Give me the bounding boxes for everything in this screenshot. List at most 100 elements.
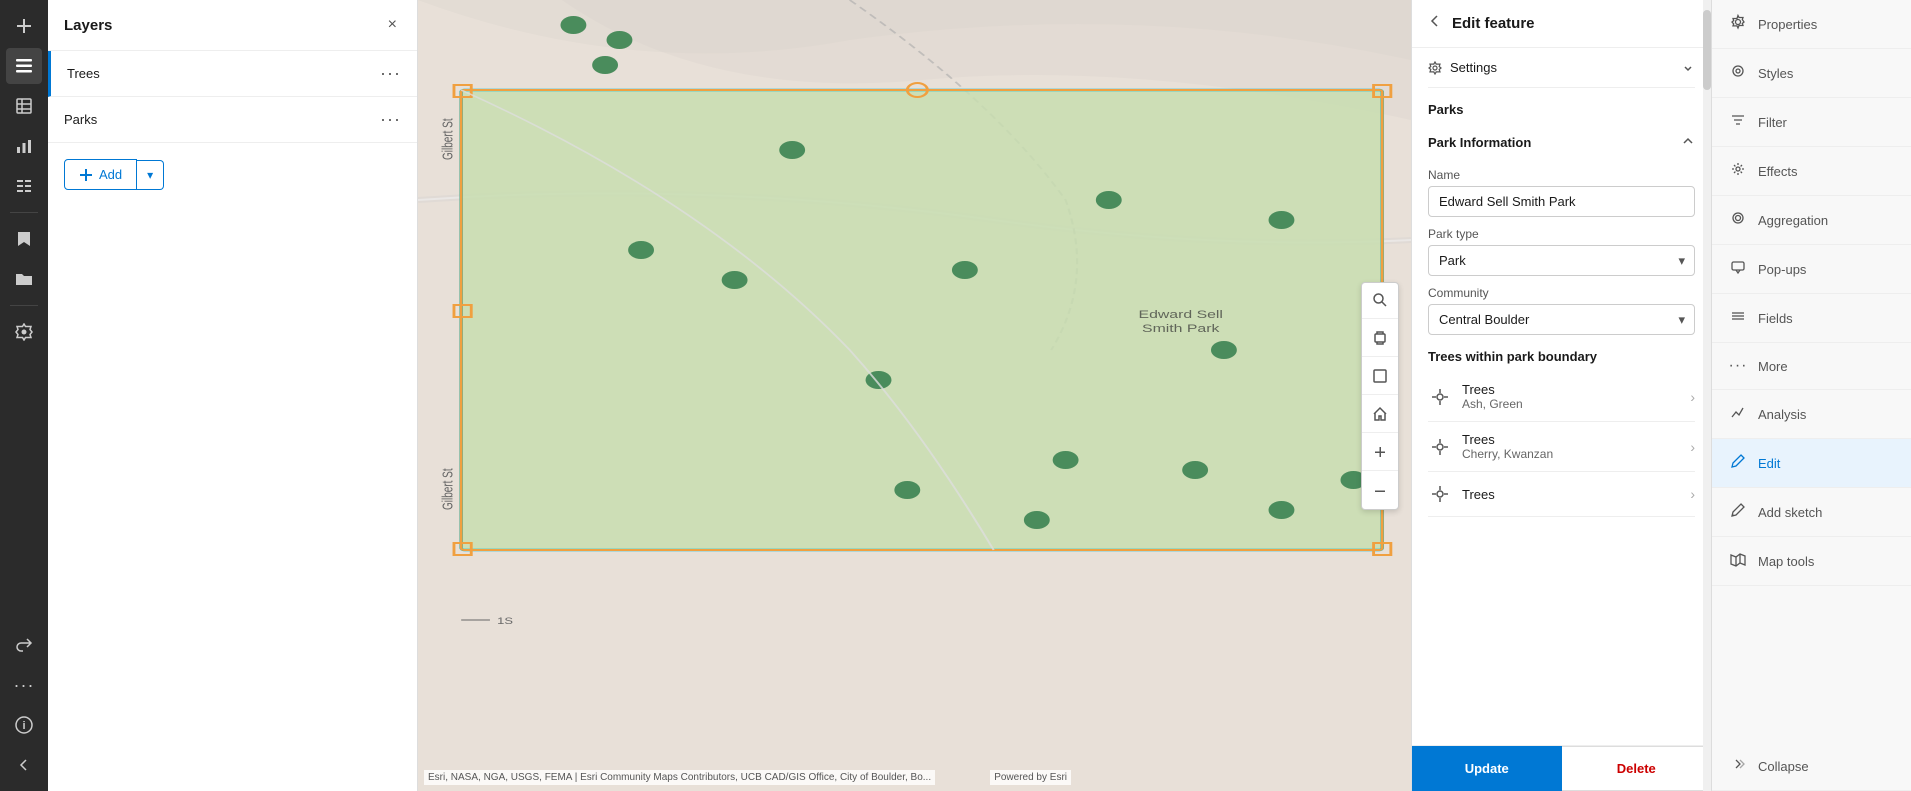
park-info-title: Park Information xyxy=(1428,123,1531,158)
parks-section-label: Parks xyxy=(1428,88,1695,123)
tree-2-name: Trees xyxy=(1462,432,1680,447)
sidebar-item-aggregation[interactable]: Aggregation xyxy=(1712,196,1911,245)
update-button[interactable]: Update xyxy=(1412,746,1562,791)
collapse-icon xyxy=(1728,756,1748,776)
layer-trees-name: Trees xyxy=(67,66,100,81)
sidebar-item-popups[interactable]: Pop-ups xyxy=(1712,245,1911,294)
sidebar-item-effects[interactable]: Effects xyxy=(1712,147,1911,196)
toolbar-settings[interactable] xyxy=(6,314,42,350)
toolbar-bookmarks[interactable] xyxy=(6,221,42,257)
name-field-label: Name xyxy=(1428,168,1695,182)
delete-button[interactable]: Delete xyxy=(1562,746,1712,791)
tree-2-arrow-icon: › xyxy=(1690,439,1695,455)
layers-title: Layers xyxy=(64,17,112,34)
toolbar-share[interactable] xyxy=(6,627,42,663)
tree-1-name: Trees xyxy=(1462,382,1680,397)
sidebar-styles-label: Styles xyxy=(1758,66,1793,81)
sidebar-item-edit[interactable]: Edit xyxy=(1712,439,1911,488)
tree-1-sub: Ash, Green xyxy=(1462,397,1680,411)
toolbar-separator-1 xyxy=(10,212,38,213)
trees-section-title: Trees within park boundary xyxy=(1428,335,1695,372)
toolbar-collapse[interactable] xyxy=(6,747,42,783)
toolbar-layers[interactable] xyxy=(6,48,42,84)
sidebar-item-analysis[interactable]: Analysis xyxy=(1712,390,1911,439)
aggregation-icon xyxy=(1728,210,1748,230)
park-type-select[interactable]: Park Trail Open Space Recreation Center xyxy=(1428,245,1695,276)
effects-icon xyxy=(1728,161,1748,181)
edit-back-button[interactable] xyxy=(1428,14,1442,33)
layer-item-trees[interactable]: Trees ··· xyxy=(48,51,417,97)
layers-close-button[interactable]: × xyxy=(384,14,401,36)
map-tools-icon xyxy=(1728,551,1748,571)
scrollbar-thumb[interactable] xyxy=(1703,10,1711,90)
edit-panel-header: Edit feature xyxy=(1412,0,1711,48)
toolbar-folders[interactable] xyxy=(6,261,42,297)
toolbar-add[interactable] xyxy=(6,8,42,44)
park-info-collapse-icon[interactable] xyxy=(1681,134,1695,148)
toolbar-legend[interactable] xyxy=(6,168,42,204)
map-zoom-in-btn[interactable] xyxy=(1362,435,1398,471)
tree-1-arrow-icon: › xyxy=(1690,389,1695,405)
layers-header: Layers × xyxy=(48,0,417,51)
map-search-btn[interactable] xyxy=(1362,283,1398,319)
filter-icon xyxy=(1728,112,1748,132)
sidebar-item-more[interactable]: ··· More xyxy=(1712,343,1911,390)
settings-row[interactable]: Settings xyxy=(1428,48,1695,88)
toolbar-info[interactable]: i xyxy=(6,707,42,743)
sidebar-edit-label: Edit xyxy=(1758,456,1780,471)
styles-icon xyxy=(1728,63,1748,83)
sidebar-item-styles[interactable]: Styles xyxy=(1712,49,1911,98)
layer-parks-more[interactable]: ··· xyxy=(380,109,401,130)
right-sidebar: Properties Styles Filter Effects Aggrega… xyxy=(1711,0,1911,791)
layers-add-bar: Add ▾ xyxy=(48,143,417,206)
edit-panel-footer: Update Delete xyxy=(1412,745,1711,791)
map-attribution: Esri, NASA, NGA, USGS, FEMA | Esri Commu… xyxy=(424,770,935,785)
edit-panel-title: Edit feature xyxy=(1452,15,1535,32)
sidebar-item-collapse[interactable]: Collapse xyxy=(1712,742,1911,791)
layers-panel: Layers × Trees ··· Parks ··· Add ▾ xyxy=(48,0,418,791)
edit-panel-body: Settings Parks Park Information Name Par… xyxy=(1412,48,1711,791)
powered-by: Powered by Esri xyxy=(990,770,1071,785)
map-zoom-out-btn[interactable] xyxy=(1362,473,1398,509)
sidebar-properties-label: Properties xyxy=(1758,17,1817,32)
toolbar-more[interactable]: ··· xyxy=(6,667,42,703)
svg-text:Gilbert St: Gilbert St xyxy=(440,118,456,160)
add-dropdown-button[interactable]: ▾ xyxy=(137,160,164,190)
sidebar-item-filter[interactable]: Filter xyxy=(1712,98,1911,147)
community-select[interactable]: Central Boulder North Boulder South Boul… xyxy=(1428,304,1695,335)
sidebar-popups-label: Pop-ups xyxy=(1758,262,1806,277)
sidebar-item-map-tools[interactable]: Map tools xyxy=(1712,537,1911,586)
layer-item-parks[interactable]: Parks ··· xyxy=(48,97,417,143)
analysis-icon xyxy=(1728,404,1748,424)
tree-item-1[interactable]: Trees Ash, Green › xyxy=(1428,372,1695,422)
map-print-btn[interactable] xyxy=(1362,321,1398,357)
settings-chevron-icon xyxy=(1681,61,1695,75)
toolbar-charts[interactable] xyxy=(6,128,42,164)
map-home-btn[interactable] xyxy=(1362,397,1398,433)
svg-text:1S: 1S xyxy=(497,617,513,627)
map-select-btn[interactable] xyxy=(1362,359,1398,395)
map-tools-overlay xyxy=(1361,282,1399,510)
sidebar-filter-label: Filter xyxy=(1758,115,1787,130)
tree-2-sub: Cherry, Kwanzan xyxy=(1462,447,1680,461)
edit-icon xyxy=(1728,453,1748,473)
tree-item-3[interactable]: Trees › xyxy=(1428,472,1695,517)
svg-text:Edward Sell: Edward Sell xyxy=(1139,308,1223,320)
sidebar-item-fields[interactable]: Fields xyxy=(1712,294,1911,343)
park-type-field-label: Park type xyxy=(1428,227,1695,241)
more-icon: ··· xyxy=(1728,357,1748,375)
map-area[interactable]: Edward Sell Smith Park Gilbert St Gilber… xyxy=(418,0,1411,791)
properties-icon xyxy=(1728,14,1748,34)
tree-item-2[interactable]: Trees Cherry, Kwanzan › xyxy=(1428,422,1695,472)
add-sketch-icon xyxy=(1728,502,1748,522)
fields-icon xyxy=(1728,308,1748,328)
sidebar-item-add-sketch[interactable]: Add sketch xyxy=(1712,488,1911,537)
layer-trees-more[interactable]: ··· xyxy=(380,63,401,84)
name-field-input[interactable] xyxy=(1428,186,1695,217)
add-layer-button[interactable]: Add xyxy=(64,159,137,190)
sidebar-analysis-label: Analysis xyxy=(1758,407,1806,422)
sidebar-fields-label: Fields xyxy=(1758,311,1793,326)
toolbar-table[interactable] xyxy=(6,88,42,124)
map-canvas: Edward Sell Smith Park Gilbert St Gilber… xyxy=(418,0,1411,791)
sidebar-item-properties[interactable]: Properties xyxy=(1712,0,1911,49)
